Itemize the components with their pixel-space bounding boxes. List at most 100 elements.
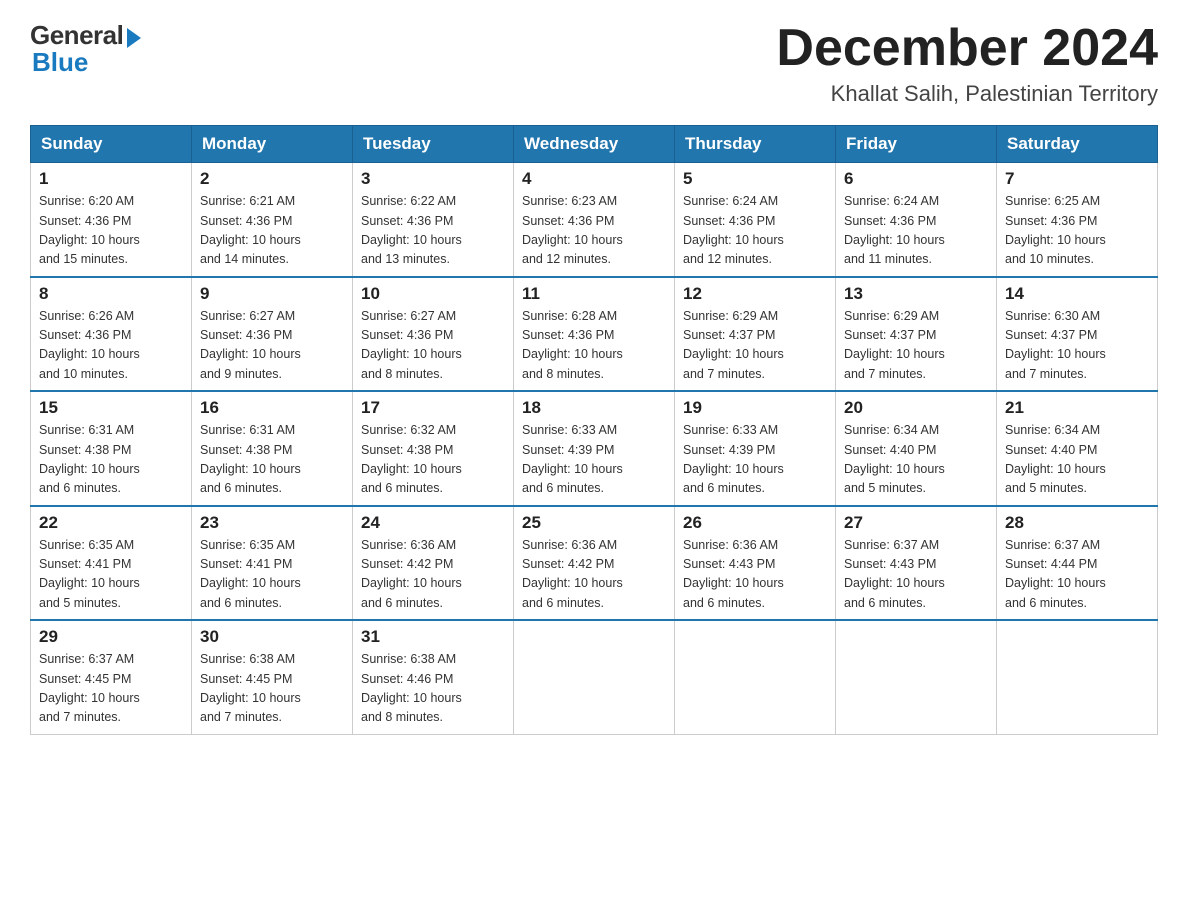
day-number: 15	[39, 398, 183, 418]
calendar-cell: 31 Sunrise: 6:38 AMSunset: 4:46 PMDaylig…	[353, 620, 514, 734]
day-number: 20	[844, 398, 988, 418]
day-number: 1	[39, 169, 183, 189]
day-number: 21	[1005, 398, 1149, 418]
day-info: Sunrise: 6:20 AMSunset: 4:36 PMDaylight:…	[39, 194, 140, 266]
weekday-header-saturday: Saturday	[997, 126, 1158, 163]
day-info: Sunrise: 6:38 AMSunset: 4:46 PMDaylight:…	[361, 652, 462, 724]
day-number: 5	[683, 169, 827, 189]
day-number: 12	[683, 284, 827, 304]
calendar-cell: 23 Sunrise: 6:35 AMSunset: 4:41 PMDaylig…	[192, 506, 353, 621]
day-number: 7	[1005, 169, 1149, 189]
day-info: Sunrise: 6:23 AMSunset: 4:36 PMDaylight:…	[522, 194, 623, 266]
calendar-cell: 13 Sunrise: 6:29 AMSunset: 4:37 PMDaylig…	[836, 277, 997, 392]
day-number: 27	[844, 513, 988, 533]
week-row-2: 8 Sunrise: 6:26 AMSunset: 4:36 PMDayligh…	[31, 277, 1158, 392]
calendar-cell: 9 Sunrise: 6:27 AMSunset: 4:36 PMDayligh…	[192, 277, 353, 392]
calendar-cell: 21 Sunrise: 6:34 AMSunset: 4:40 PMDaylig…	[997, 391, 1158, 506]
calendar-cell: 24 Sunrise: 6:36 AMSunset: 4:42 PMDaylig…	[353, 506, 514, 621]
day-info: Sunrise: 6:37 AMSunset: 4:43 PMDaylight:…	[844, 538, 945, 610]
weekday-header-thursday: Thursday	[675, 126, 836, 163]
day-number: 22	[39, 513, 183, 533]
day-info: Sunrise: 6:31 AMSunset: 4:38 PMDaylight:…	[39, 423, 140, 495]
day-info: Sunrise: 6:37 AMSunset: 4:45 PMDaylight:…	[39, 652, 140, 724]
day-number: 16	[200, 398, 344, 418]
day-info: Sunrise: 6:26 AMSunset: 4:36 PMDaylight:…	[39, 309, 140, 381]
day-info: Sunrise: 6:36 AMSunset: 4:43 PMDaylight:…	[683, 538, 784, 610]
day-number: 11	[522, 284, 666, 304]
title-section: December 2024 Khallat Salih, Palestinian…	[776, 20, 1158, 107]
calendar-cell	[675, 620, 836, 734]
day-info: Sunrise: 6:32 AMSunset: 4:38 PMDaylight:…	[361, 423, 462, 495]
week-row-5: 29 Sunrise: 6:37 AMSunset: 4:45 PMDaylig…	[31, 620, 1158, 734]
calendar-cell: 5 Sunrise: 6:24 AMSunset: 4:36 PMDayligh…	[675, 163, 836, 277]
calendar-cell: 20 Sunrise: 6:34 AMSunset: 4:40 PMDaylig…	[836, 391, 997, 506]
day-number: 30	[200, 627, 344, 647]
calendar-cell: 10 Sunrise: 6:27 AMSunset: 4:36 PMDaylig…	[353, 277, 514, 392]
calendar-cell: 1 Sunrise: 6:20 AMSunset: 4:36 PMDayligh…	[31, 163, 192, 277]
day-info: Sunrise: 6:27 AMSunset: 4:36 PMDaylight:…	[200, 309, 301, 381]
day-number: 8	[39, 284, 183, 304]
day-number: 13	[844, 284, 988, 304]
day-info: Sunrise: 6:27 AMSunset: 4:36 PMDaylight:…	[361, 309, 462, 381]
calendar-cell	[836, 620, 997, 734]
calendar-cell: 17 Sunrise: 6:32 AMSunset: 4:38 PMDaylig…	[353, 391, 514, 506]
day-info: Sunrise: 6:34 AMSunset: 4:40 PMDaylight:…	[844, 423, 945, 495]
day-info: Sunrise: 6:34 AMSunset: 4:40 PMDaylight:…	[1005, 423, 1106, 495]
calendar-subtitle: Khallat Salih, Palestinian Territory	[776, 81, 1158, 107]
page-header: General Blue December 2024 Khallat Salih…	[30, 20, 1158, 107]
week-row-4: 22 Sunrise: 6:35 AMSunset: 4:41 PMDaylig…	[31, 506, 1158, 621]
logo-blue-text: Blue	[32, 47, 88, 78]
day-number: 31	[361, 627, 505, 647]
week-row-1: 1 Sunrise: 6:20 AMSunset: 4:36 PMDayligh…	[31, 163, 1158, 277]
day-number: 25	[522, 513, 666, 533]
calendar-cell	[997, 620, 1158, 734]
calendar-cell: 11 Sunrise: 6:28 AMSunset: 4:36 PMDaylig…	[514, 277, 675, 392]
calendar-cell: 3 Sunrise: 6:22 AMSunset: 4:36 PMDayligh…	[353, 163, 514, 277]
day-number: 26	[683, 513, 827, 533]
day-number: 14	[1005, 284, 1149, 304]
day-info: Sunrise: 6:30 AMSunset: 4:37 PMDaylight:…	[1005, 309, 1106, 381]
calendar-cell	[514, 620, 675, 734]
day-number: 23	[200, 513, 344, 533]
day-info: Sunrise: 6:24 AMSunset: 4:36 PMDaylight:…	[683, 194, 784, 266]
calendar-cell: 28 Sunrise: 6:37 AMSunset: 4:44 PMDaylig…	[997, 506, 1158, 621]
weekday-header-wednesday: Wednesday	[514, 126, 675, 163]
calendar-cell: 26 Sunrise: 6:36 AMSunset: 4:43 PMDaylig…	[675, 506, 836, 621]
day-info: Sunrise: 6:35 AMSunset: 4:41 PMDaylight:…	[39, 538, 140, 610]
day-number: 10	[361, 284, 505, 304]
day-info: Sunrise: 6:36 AMSunset: 4:42 PMDaylight:…	[361, 538, 462, 610]
day-number: 9	[200, 284, 344, 304]
calendar-cell: 27 Sunrise: 6:37 AMSunset: 4:43 PMDaylig…	[836, 506, 997, 621]
calendar-cell: 8 Sunrise: 6:26 AMSunset: 4:36 PMDayligh…	[31, 277, 192, 392]
day-info: Sunrise: 6:21 AMSunset: 4:36 PMDaylight:…	[200, 194, 301, 266]
calendar-cell: 7 Sunrise: 6:25 AMSunset: 4:36 PMDayligh…	[997, 163, 1158, 277]
day-info: Sunrise: 6:33 AMSunset: 4:39 PMDaylight:…	[683, 423, 784, 495]
day-info: Sunrise: 6:29 AMSunset: 4:37 PMDaylight:…	[844, 309, 945, 381]
calendar-title: December 2024	[776, 20, 1158, 77]
day-info: Sunrise: 6:33 AMSunset: 4:39 PMDaylight:…	[522, 423, 623, 495]
day-number: 3	[361, 169, 505, 189]
day-number: 24	[361, 513, 505, 533]
weekday-header-monday: Monday	[192, 126, 353, 163]
calendar-cell: 18 Sunrise: 6:33 AMSunset: 4:39 PMDaylig…	[514, 391, 675, 506]
calendar-cell: 2 Sunrise: 6:21 AMSunset: 4:36 PMDayligh…	[192, 163, 353, 277]
calendar-cell: 4 Sunrise: 6:23 AMSunset: 4:36 PMDayligh…	[514, 163, 675, 277]
day-number: 28	[1005, 513, 1149, 533]
day-number: 4	[522, 169, 666, 189]
day-info: Sunrise: 6:36 AMSunset: 4:42 PMDaylight:…	[522, 538, 623, 610]
calendar-cell: 25 Sunrise: 6:36 AMSunset: 4:42 PMDaylig…	[514, 506, 675, 621]
week-row-3: 15 Sunrise: 6:31 AMSunset: 4:38 PMDaylig…	[31, 391, 1158, 506]
day-info: Sunrise: 6:25 AMSunset: 4:36 PMDaylight:…	[1005, 194, 1106, 266]
calendar-table: SundayMondayTuesdayWednesdayThursdayFrid…	[30, 125, 1158, 735]
weekday-header-tuesday: Tuesday	[353, 126, 514, 163]
calendar-cell: 30 Sunrise: 6:38 AMSunset: 4:45 PMDaylig…	[192, 620, 353, 734]
day-number: 6	[844, 169, 988, 189]
calendar-cell: 22 Sunrise: 6:35 AMSunset: 4:41 PMDaylig…	[31, 506, 192, 621]
day-number: 18	[522, 398, 666, 418]
weekday-header-friday: Friday	[836, 126, 997, 163]
day-number: 29	[39, 627, 183, 647]
day-info: Sunrise: 6:29 AMSunset: 4:37 PMDaylight:…	[683, 309, 784, 381]
calendar-cell: 19 Sunrise: 6:33 AMSunset: 4:39 PMDaylig…	[675, 391, 836, 506]
day-number: 17	[361, 398, 505, 418]
day-info: Sunrise: 6:37 AMSunset: 4:44 PMDaylight:…	[1005, 538, 1106, 610]
